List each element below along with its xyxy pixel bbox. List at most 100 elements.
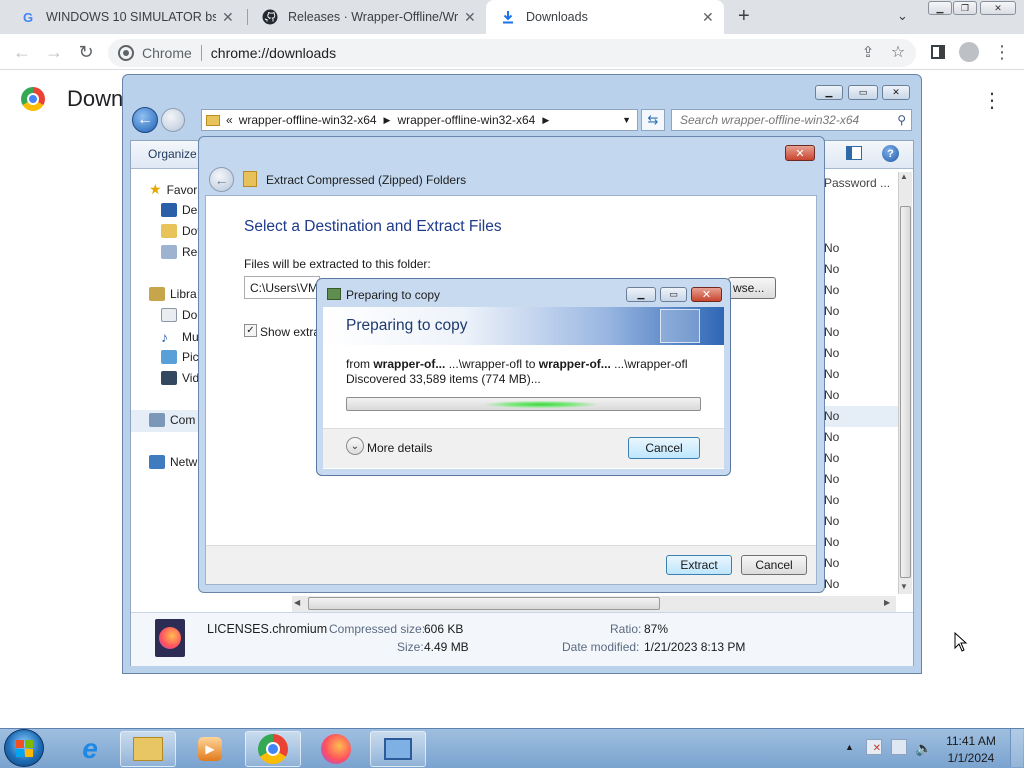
documents-icon (161, 308, 177, 322)
tree-item-computer[interactable]: Com (149, 413, 195, 427)
clock-time[interactable]: 11:41 AM (940, 734, 1002, 748)
share-icon[interactable]: ⇪ (856, 40, 880, 64)
scroll-up-icon[interactable]: ▲ (900, 172, 908, 181)
tree-item-recent[interactable]: Rec (161, 245, 203, 259)
copy-minimize-button[interactable]: ▁ (626, 287, 656, 302)
downloads-folder-icon (161, 224, 177, 238)
extract-button[interactable]: Extract (666, 555, 732, 575)
maximize-button[interactable]: ❐ (953, 1, 977, 15)
network-tray-icon[interactable] (891, 739, 907, 755)
profile-avatar-icon[interactable] (957, 40, 981, 64)
refresh-icon[interactable]: ⇆ (641, 109, 665, 131)
firefox-icon[interactable] (308, 731, 364, 767)
tree-item-videos[interactable]: Vid (161, 371, 199, 385)
close-tab-icon[interactable]: ✕ (222, 9, 234, 26)
breadcrumb[interactable]: wrapper-offline-win32-x64 (239, 113, 377, 127)
horizontal-scrollbar[interactable]: ◀ ▶ (292, 596, 896, 612)
tab-github-releases[interactable]: Releases · Wrapper-Offline/Wrap ✕ (248, 0, 484, 34)
extract-heading: Select a Destination and Extract Files (244, 218, 502, 235)
tree-item-downloads[interactable]: Dov (161, 224, 203, 238)
help-icon[interactable]: ? (882, 145, 899, 162)
tree-item-desktop[interactable]: Des (161, 203, 203, 217)
tab-title: Releases · Wrapper-Offline/Wrap (288, 10, 458, 24)
chrome-taskbar-icon[interactable] (245, 731, 301, 767)
start-button[interactable] (4, 729, 44, 767)
organize-button[interactable]: Organize (148, 147, 197, 161)
reload-icon[interactable]: ↻ (74, 40, 98, 64)
progress-glow (486, 401, 597, 408)
explorer-search-input[interactable]: Search wrapper-offline-win32-x64 ⚲ (671, 109, 912, 131)
explorer-address-bar[interactable]: « wrapper-offline-win32-x64 ▶ wrapper-of… (201, 109, 638, 131)
close-tab-icon[interactable]: ✕ (464, 9, 476, 26)
media-player-icon[interactable]: ▶ (182, 731, 238, 767)
tab-title: WINDOWS 10 SIMULATOR bsod (46, 10, 216, 24)
extract-cancel-button[interactable]: Cancel (741, 555, 807, 575)
bookmark-star-icon[interactable]: ☆ (886, 40, 910, 64)
explorer-maximize-button[interactable]: ▭ (848, 85, 878, 100)
detail-modified-value: 1/21/2023 8:13 PM (644, 640, 746, 654)
tab-downloads[interactable]: Downloads ✕ (486, 0, 724, 34)
show-desktop-button[interactable] (1010, 729, 1023, 767)
password-cell: No (824, 304, 840, 318)
scroll-right-icon[interactable]: ▶ (884, 598, 890, 607)
detail-size-label: Size: (397, 640, 424, 654)
copy-cancel-button[interactable]: Cancel (628, 437, 700, 459)
explorer-forward-icon[interactable] (161, 108, 185, 132)
expand-details-icon[interactable]: ⌄ (346, 437, 364, 455)
explorer-close-button[interactable]: ✕ (882, 85, 910, 100)
scroll-thumb[interactable] (308, 597, 660, 610)
tree-item-pictures[interactable]: Pic (161, 350, 199, 364)
minimize-button[interactable]: ▁ (928, 1, 952, 15)
tree-item-music[interactable]: ♪ Mu (161, 329, 199, 345)
action-center-icon[interactable]: ✕ (866, 739, 882, 755)
side-panel-icon[interactable] (926, 40, 950, 64)
show-files-checkbox[interactable]: ✓ (244, 324, 257, 337)
breadcrumb-chevron-icon[interactable]: ▶ (384, 115, 391, 126)
volume-muted-icon[interactable]: 🔈 (915, 740, 932, 757)
computer-icon (149, 413, 165, 427)
vertical-scrollbar[interactable]: ▲ ▼ (898, 172, 912, 594)
more-details-label[interactable]: More details (367, 441, 432, 455)
show-hidden-icons[interactable]: ▲ (845, 742, 854, 752)
internet-explorer-icon[interactable]: e (62, 731, 118, 767)
clock-date[interactable]: 1/1/2024 (940, 751, 1002, 765)
forward-arrow-icon[interactable]: → (42, 40, 66, 64)
tab-google-simulator[interactable]: G WINDOWS 10 SIMULATOR bsod ✕ (6, 0, 246, 34)
copy-maximize-button[interactable]: ▭ (660, 287, 687, 302)
extract-back-icon[interactable]: ← (209, 167, 234, 192)
search-icon[interactable]: ⚲ (897, 113, 906, 127)
file-explorer-icon[interactable] (120, 731, 176, 767)
back-arrow-icon[interactable]: ← (10, 40, 34, 64)
extract-folder-input[interactable]: C:\Users\VM (244, 276, 320, 299)
tree-item-documents[interactable]: Doc (161, 308, 203, 322)
close-window-button[interactable]: ✕ (980, 1, 1016, 15)
breadcrumb-chevron-icon[interactable]: ▶ (542, 115, 549, 126)
close-tab-icon[interactable]: ✕ (702, 9, 714, 26)
scroll-down-icon[interactable]: ▼ (900, 582, 908, 591)
tab-search-chevron-icon[interactable]: ⌄ (897, 8, 908, 24)
tree-item-favorites[interactable]: ★ Favor (149, 181, 197, 198)
omnibox[interactable]: Chrome chrome://downloads (108, 39, 916, 67)
extract-title: Extract Compressed (Zipped) Folders (266, 173, 467, 187)
scroll-thumb[interactable] (900, 206, 911, 578)
password-cell: No (824, 346, 840, 360)
address-overflow[interactable]: « (226, 113, 233, 127)
address-dropdown-icon[interactable]: ▼ (622, 115, 631, 125)
remote-desktop-icon[interactable] (370, 731, 426, 767)
explorer-back-icon[interactable]: ← (132, 107, 158, 133)
page-menu-icon[interactable]: ⋮ (982, 88, 1002, 113)
chrome-menu-icon[interactable]: ⋮ (990, 40, 1014, 64)
detail-ratio-value: 87% (644, 622, 669, 636)
password-cell: No (824, 493, 840, 507)
tree-item-libraries[interactable]: Libra (149, 287, 197, 301)
copy-close-button[interactable]: ✕ (691, 287, 722, 302)
preview-pane-icon[interactable] (846, 146, 862, 160)
tree-item-network[interactable]: Netw (149, 455, 197, 469)
new-tab-button[interactable]: + (738, 5, 750, 28)
explorer-minimize-button[interactable]: ▁ (815, 85, 843, 100)
extract-close-button[interactable]: ✕ (785, 145, 815, 161)
scroll-left-icon[interactable]: ◀ (294, 598, 300, 607)
browse-button[interactable]: wse... (728, 277, 776, 299)
page-title: Down (67, 86, 124, 111)
breadcrumb[interactable]: wrapper-offline-win32-x64 (397, 113, 535, 127)
